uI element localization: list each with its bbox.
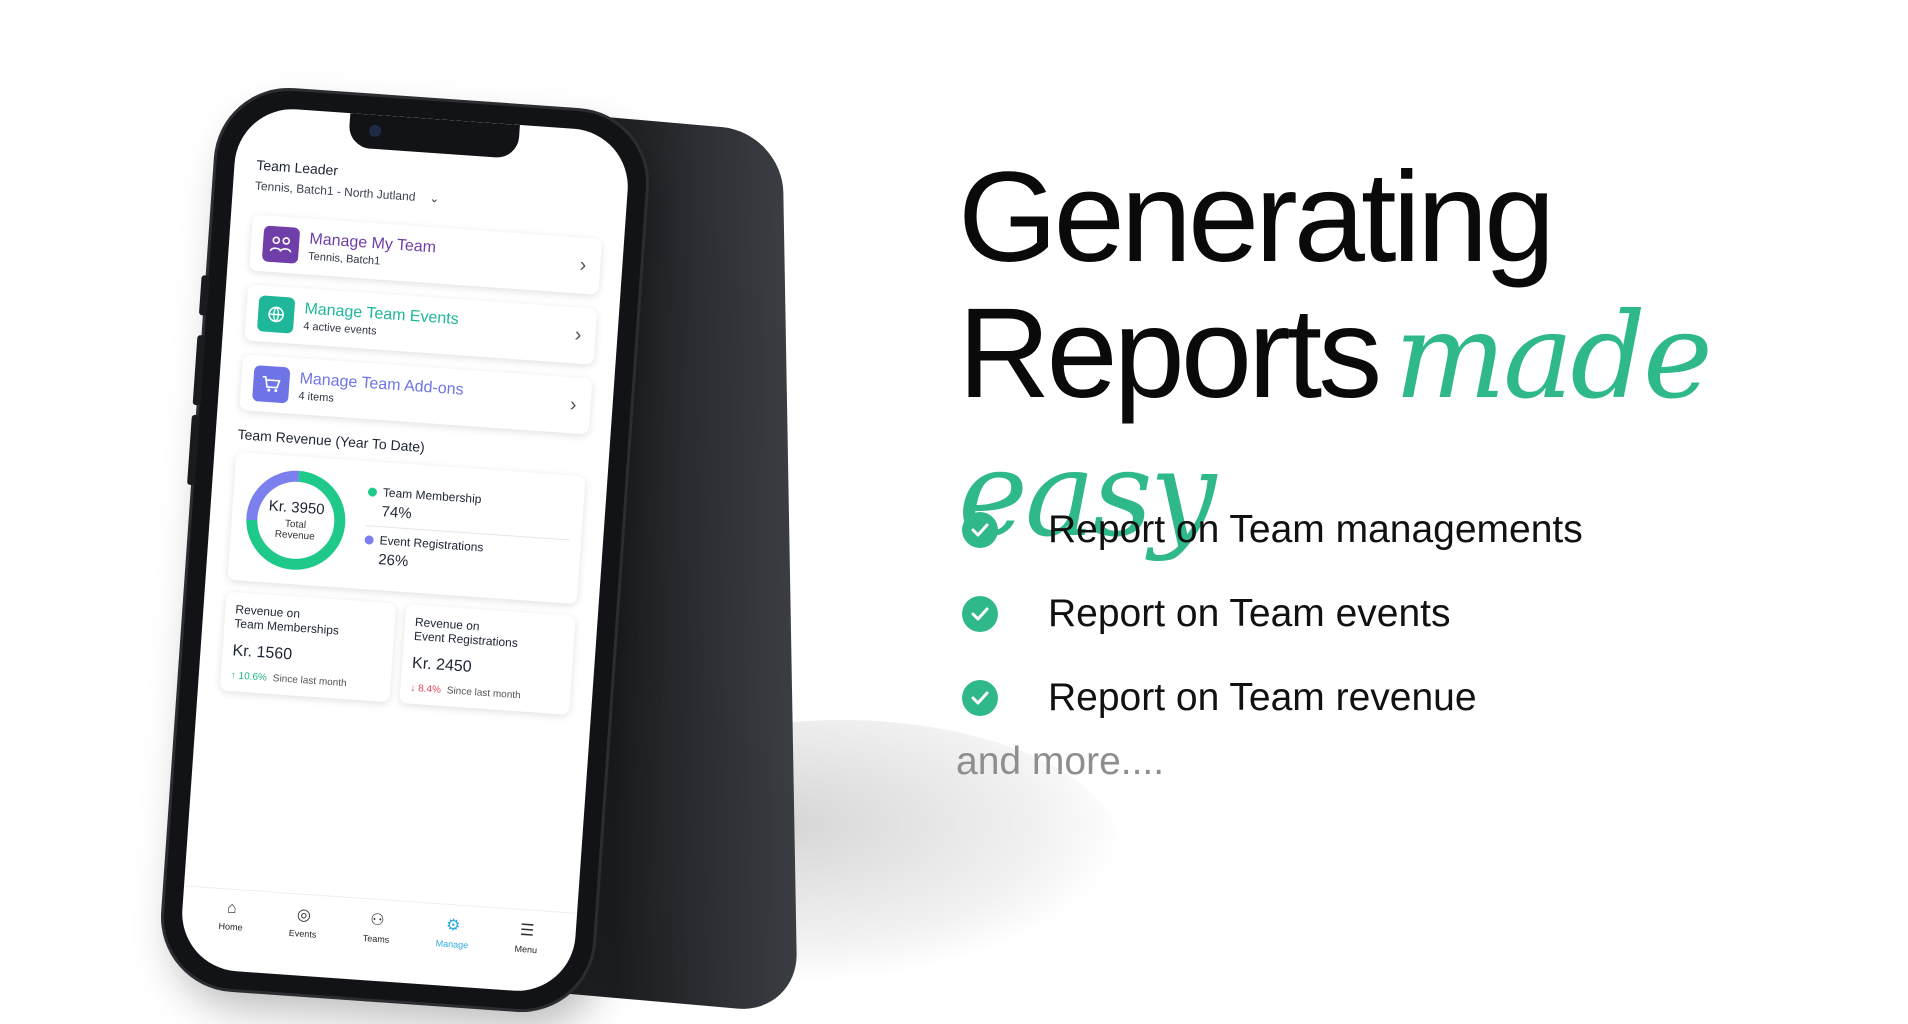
phone-mockup: Team Leader Tennis, Batch1 - North Jutla… [159, 86, 798, 1014]
legend-name: Event Registrations [379, 532, 484, 554]
stat-card-memberships[interactable]: Revenue on Team Memberships Kr. 1560 ↑ 10… [220, 592, 396, 703]
tab-label: Home [218, 920, 243, 933]
check-circle-icon [962, 680, 998, 716]
feature-text: Report on Team revenue [1048, 676, 1477, 719]
tab-home[interactable]: ⌂ Home [216, 899, 245, 972]
cart-icon [252, 365, 291, 404]
feature-item: Report on Team managements [962, 488, 1583, 572]
home-icon: ⌂ [226, 899, 238, 918]
events-icon [256, 295, 296, 334]
tab-teams[interactable]: ⚇ Teams [360, 909, 391, 982]
menu-card-manage-team[interactable]: Manage My Team Tennis, Batch1 › [249, 214, 603, 295]
feature-text: Report on Team managements [1048, 508, 1583, 551]
tab-manage[interactable]: ⚙ Manage [433, 914, 470, 987]
tab-menu[interactable]: ☰ Menu [512, 920, 539, 992]
donut-total-label-2: Revenue [274, 528, 316, 543]
phone-screen: Team Leader Tennis, Batch1 - North Jutla… [178, 105, 632, 995]
tab-label: Events [288, 927, 317, 940]
feature-text: Report on Team events [1048, 592, 1451, 635]
stat-change-down: ↓ 8.4% [409, 682, 442, 696]
feature-item: Report on Team revenue [962, 656, 1583, 740]
feature-list: Report on Team managements Report on Tea… [962, 488, 1583, 740]
team-icon [261, 225, 301, 264]
phone-frame: Team Leader Tennis, Batch1 - North Jutla… [159, 86, 651, 1014]
stat-amount: Kr. 1560 [231, 642, 293, 664]
chevron-right-icon: › [569, 393, 578, 417]
revenue-donut-chart: Kr. 3950 Total Revenue [240, 465, 351, 576]
and-more-text: and more.... [956, 740, 1165, 783]
stat-since: Since last month [446, 685, 522, 702]
headline-line-2: Reports [958, 282, 1382, 425]
menu-icon: ☰ [519, 921, 535, 940]
donut-total-amount: Kr. 3950 [268, 497, 326, 519]
legend-name: Team Membership [382, 484, 482, 506]
menu-card-manage-addons[interactable]: Manage Team Add-ons 4 items › [239, 354, 593, 435]
revenue-card: Kr. 3950 Total Revenue Team Membership 7… [227, 452, 585, 604]
stat-card-events[interactable]: Revenue on Event Registrations Kr. 2450 ↓… [399, 604, 575, 715]
team-selector-label: Tennis, Batch1 - North Jutland [254, 178, 416, 204]
legend-dot [364, 534, 374, 545]
chevron-right-icon: › [573, 323, 583, 347]
tab-events[interactable]: ◎ Events [286, 904, 318, 977]
stat-title-2: Team Memberships [233, 616, 340, 638]
headline-line-1: Generating [958, 146, 1555, 289]
globe-icon: ◎ [296, 906, 312, 925]
phone-silent-switch [198, 275, 210, 316]
teams-icon: ⚇ [369, 911, 386, 930]
stat-amount: Kr. 2450 [411, 654, 473, 676]
check-circle-icon [962, 512, 998, 548]
tab-label: Manage [435, 938, 469, 951]
legend-percent: 74% [381, 502, 413, 522]
legend-percent: 26% [377, 550, 409, 570]
revenue-legend: Team Membership 74% Event Registrations … [362, 478, 572, 587]
chevron-down-icon: ⌄ [428, 190, 440, 206]
app-content: Team Leader Tennis, Batch1 - North Jutla… [178, 105, 631, 995]
feature-item: Report on Team events [962, 572, 1583, 656]
tab-label: Menu [514, 943, 538, 956]
chevron-right-icon: › [578, 254, 588, 277]
phone-volume-down [187, 414, 200, 486]
tab-label: Teams [362, 933, 390, 945]
legend-dot [367, 486, 378, 497]
check-circle-icon [962, 596, 998, 632]
stat-change-up: ↑ 10.6% [230, 670, 268, 684]
stat-since: Since last month [272, 673, 347, 690]
revenue-stats: Revenue on Team Memberships Kr. 1560 ↑ 10… [220, 592, 576, 715]
bottom-tab-bar: ⌂ Home ◎ Events ⚇ Teams ⚙ Manage ☰ Menu [178, 885, 578, 995]
stat-title-2: Event Registrations [413, 628, 519, 651]
manage-icon: ⚙ [445, 916, 461, 935]
phone-volume-up [192, 335, 206, 406]
menu-card-manage-events[interactable]: Manage Team Events 4 active events › [244, 284, 598, 365]
